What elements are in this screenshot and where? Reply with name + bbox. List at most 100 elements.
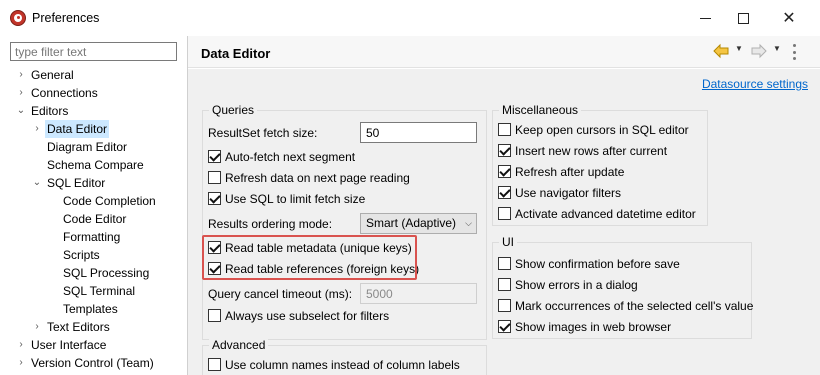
preferences-tree-pane: ›General›Connections⌄Editors›Data Editor… — [0, 36, 187, 375]
close-button[interactable]: ✕ — [766, 0, 812, 36]
column-names-label: Use column names instead of column label… — [225, 358, 460, 372]
highlight-annotation-box — [202, 235, 417, 280]
datasource-settings-link[interactable]: Datasource settings — [702, 77, 808, 91]
column-names-check[interactable] — [208, 358, 221, 371]
always-subselect-label: Always use subselect for filters — [225, 309, 390, 323]
misc-item-label: Insert new rows after current — [515, 144, 668, 158]
page-header: Data Editor ▼ ▼ — [188, 36, 820, 68]
ui-item-label: Show confirmation before save — [515, 257, 680, 271]
maximize-button[interactable] — [720, 0, 766, 36]
tree-item[interactable]: › Text Editors — [0, 318, 187, 336]
refresh-next-page-check[interactable] — [208, 171, 221, 184]
back-dropdown-icon[interactable]: ▼ — [735, 44, 743, 53]
tree-item-label: Code Completion — [63, 194, 156, 208]
always-subselect-check[interactable] — [208, 309, 221, 322]
tree-item[interactable]: Formatting — [0, 228, 187, 246]
tree-item[interactable]: › Version Control (Team) — [0, 354, 187, 372]
ui-item-check[interactable] — [498, 278, 511, 291]
arrow-left-icon[interactable] — [713, 43, 729, 59]
misc-item-label: Use navigator filters — [515, 186, 622, 200]
tree-item-label: General — [31, 68, 74, 82]
tree-item-label: Diagram Editor — [47, 140, 128, 154]
tree-item[interactable]: Scripts — [0, 246, 187, 264]
window-title: Preferences — [32, 11, 100, 25]
tree-item-label: Schema Compare — [47, 158, 144, 172]
misc-item-label: Activate advanced datetime editor — [515, 207, 696, 221]
tree-item-label: Version Control (Team) — [31, 356, 154, 370]
tree-item[interactable]: › Data Editor — [0, 120, 187, 138]
ui-item-label: Show images in web browser — [515, 320, 672, 334]
tree-item[interactable]: › User Interface — [0, 336, 187, 354]
filter-input[interactable] — [10, 42, 177, 61]
chevron-right-icon[interactable]: › — [16, 354, 26, 372]
tree-item[interactable]: ⌄ SQL Editor — [0, 174, 187, 192]
miscellaneous-group-title: Miscellaneous — [499, 103, 582, 117]
queries-group-title: Queries — [209, 103, 258, 117]
maximize-icon — [737, 12, 749, 24]
tree-item[interactable]: Diagram Editor — [0, 138, 187, 156]
fetch-size-input[interactable] — [360, 122, 477, 143]
use-sql-limit-label: Use SQL to limit fetch size — [225, 192, 366, 206]
chevron-right-icon[interactable]: › — [16, 84, 26, 102]
tree-item[interactable]: › General — [0, 66, 187, 84]
ui-item-check[interactable] — [498, 320, 511, 333]
page-title: Data Editor — [201, 46, 271, 61]
auto-fetch-label: Auto-fetch next segment — [225, 150, 356, 164]
tree-item-label: Data Editor — [45, 120, 110, 138]
tree-item[interactable]: Schema Compare — [0, 156, 187, 174]
ordering-mode-label: Results ordering mode: — [208, 217, 333, 231]
ui-item-label: Show errors in a dialog — [515, 278, 638, 292]
ui-item-check[interactable] — [498, 299, 511, 312]
tree-item-label: Scripts — [63, 248, 100, 262]
tree-item[interactable]: › Connections — [0, 84, 187, 102]
minimize-icon — [699, 17, 711, 19]
chevron-down-icon: ⌵ — [465, 218, 472, 228]
vertical-dots-icon[interactable] — [791, 44, 797, 60]
forward-dropdown-icon: ▼ — [773, 44, 781, 53]
chevron-down-icon[interactable]: ⌄ — [16, 102, 26, 120]
tree-item[interactable]: Templates — [0, 300, 187, 318]
misc-item-check[interactable] — [498, 144, 511, 157]
chevron-right-icon[interactable]: › — [16, 66, 26, 84]
misc-item-check[interactable] — [498, 207, 511, 220]
tree-item-label: Code Editor — [63, 212, 127, 226]
tree-item[interactable]: SQL Processing — [0, 264, 187, 282]
tree-item-label: Editors — [31, 104, 69, 118]
misc-item-check[interactable] — [498, 186, 511, 199]
tree-item-label: Connections — [31, 86, 98, 100]
ordering-mode-value: Smart (Adaptive) — [366, 216, 457, 230]
tree-item-label: Text Editors — [47, 320, 110, 334]
ui-group-title: UI — [499, 235, 517, 249]
chevron-right-icon[interactable]: › — [16, 336, 26, 354]
misc-item-label: Keep open cursors in SQL editor — [515, 123, 689, 137]
dbeaver-app-icon — [10, 10, 26, 26]
tree-item-label: SQL Editor — [47, 176, 106, 190]
chevron-right-icon[interactable]: › — [32, 318, 42, 336]
tree-item-label: SQL Processing — [63, 266, 150, 280]
tree-item[interactable]: SQL Terminal — [0, 282, 187, 300]
page-content: Datasource settings Queries ResultSet fe… — [188, 69, 820, 375]
chevron-right-icon[interactable]: › — [32, 120, 42, 138]
misc-item-check[interactable] — [498, 165, 511, 178]
tree-item-label: SQL Terminal — [63, 284, 136, 298]
cancel-timeout-label: Query cancel timeout (ms): — [208, 287, 353, 301]
tree-item[interactable]: Code Editor — [0, 210, 187, 228]
misc-item-check[interactable] — [498, 123, 511, 136]
chevron-down-icon[interactable]: ⌄ — [32, 174, 42, 192]
refresh-next-page-label: Refresh data on next page reading — [225, 171, 410, 185]
use-sql-limit-check[interactable] — [208, 192, 221, 205]
arrow-right-icon — [751, 43, 767, 59]
auto-fetch-check[interactable] — [208, 150, 221, 163]
tree-item-label: Templates — [63, 302, 118, 316]
tree-item-label: Formatting — [63, 230, 121, 244]
ui-item-check[interactable] — [498, 257, 511, 270]
close-icon: ✕ — [782, 10, 796, 27]
ordering-mode-select[interactable]: Smart (Adaptive) ⌵ — [360, 213, 477, 234]
ui-item-label: Mark occurrences of the selected cell's … — [515, 299, 754, 313]
tree-item[interactable]: ⌄ Editors — [0, 102, 187, 120]
tree-item-label: User Interface — [31, 338, 107, 352]
advanced-group-title: Advanced — [209, 338, 269, 352]
cancel-timeout-input — [360, 283, 477, 304]
misc-item-label: Refresh after update — [515, 165, 625, 179]
tree-item[interactable]: Code Completion — [0, 192, 187, 210]
